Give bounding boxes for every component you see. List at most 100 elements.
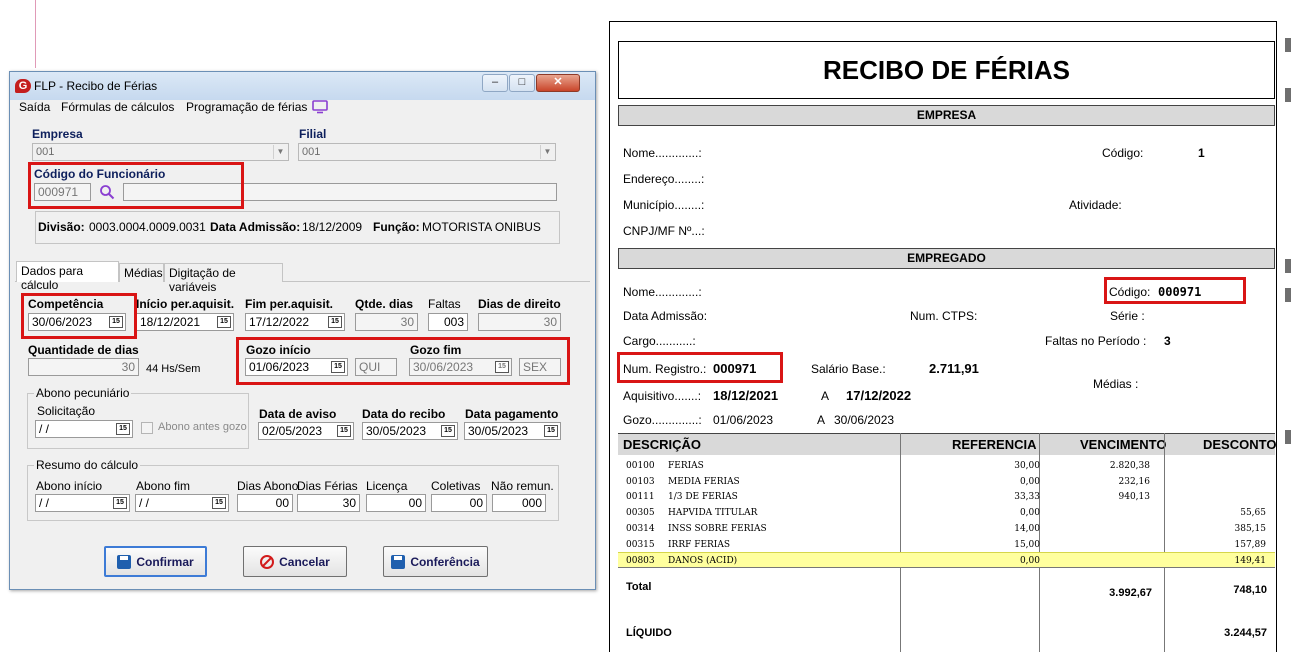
calendar-icon[interactable]: 15 <box>544 425 558 437</box>
abono-inicio-input[interactable]: / / 15 <box>35 494 130 512</box>
row-desconto: 55,65 <box>1240 508 1266 519</box>
faltas-periodo-label: Faltas no Período : <box>1045 334 1147 348</box>
abono-inicio-label: Abono início <box>36 479 103 493</box>
table-row: 00305 HAPVIDA TITULAR 0,00 55,65 <box>618 505 1275 521</box>
total-label: Total <box>626 581 652 593</box>
row-codigo: 00314 <box>626 523 655 534</box>
empresa-nome-label: Nome.............: <box>623 146 702 160</box>
resumo-calculo-title: Resumo do cálculo <box>34 458 141 472</box>
table-row: 00315 IRRF FERIAS 15,00 157,89 <box>618 537 1275 553</box>
solicitacao-input[interactable]: / / 15 <box>35 420 133 438</box>
salario-base-label: Salário Base.: <box>811 362 886 376</box>
tab-medias[interactable]: Médias <box>119 263 164 282</box>
fim-per-input[interactable]: 17/12/2022 15 <box>245 313 345 331</box>
divisao-label: Divisão: <box>38 220 85 234</box>
cargo-label: Cargo...........: <box>623 334 696 348</box>
admissao-value: 18/12/2009 <box>302 220 363 234</box>
dias-ferias-input[interactable]: 30 <box>297 494 360 512</box>
abono-antes-checkbox[interactable] <box>141 422 153 434</box>
calendar-icon[interactable]: 15 <box>212 497 226 509</box>
data-pagamento-input[interactable]: 30/05/2023 15 <box>464 422 561 440</box>
tab-dados-calculo[interactable]: Dados para cálculo <box>16 261 119 292</box>
menu-programacao[interactable]: Programação de férias <box>186 100 307 114</box>
empregado-codigo-highlight-box <box>1104 277 1246 304</box>
empresa-codigo-value: 1 <box>1198 146 1205 160</box>
calendar-icon[interactable]: 15 <box>328 316 342 328</box>
abono-inicio-value: / / <box>39 496 50 510</box>
col-referencia: REFERENCIA <box>952 437 1037 452</box>
inicio-per-input[interactable]: 18/12/2021 15 <box>136 313 234 331</box>
inicio-per-label: Início per.aquisit. <box>136 297 235 311</box>
abono-fim-input[interactable]: / / 15 <box>135 494 229 512</box>
title-bar[interactable]: G FLP - Recibo de Férias – □ ✕ <box>10 72 595 100</box>
row-referencia: 33,33 <box>1014 492 1040 503</box>
scrollbar-fragment <box>1285 88 1291 102</box>
table-row: 00100 FERIAS 30,00 2.820,38 <box>618 458 1275 474</box>
gozo-label: Gozo..............: <box>623 413 702 427</box>
empregado-section-header: EMPREGADO <box>618 248 1275 269</box>
window-title: FLP - Recibo de Férias <box>34 79 158 93</box>
data-recibo-input[interactable]: 30/05/2023 15 <box>362 422 458 440</box>
ctps-label: Num. CTPS: <box>910 309 978 323</box>
close-button[interactable]: ✕ <box>536 74 580 92</box>
calendar-icon[interactable]: 15 <box>116 423 130 435</box>
row-referencia: 0,00 <box>1019 476 1040 487</box>
calendar-icon[interactable]: 15 <box>337 425 351 437</box>
calendar-icon[interactable]: 15 <box>217 316 231 328</box>
empresa-endereco-label: Endereço........: <box>623 172 705 186</box>
data-recibo-value: 30/05/2023 <box>366 424 427 438</box>
competencia-highlight-box <box>21 293 137 339</box>
filial-select[interactable]: 001 ▼ <box>298 143 556 161</box>
row-desconto: 149,41 <box>1234 556 1267 567</box>
empresa-cnpj-label: CNPJ/MF Nº...: <box>623 224 705 238</box>
calendar-icon[interactable]: 15 <box>113 497 127 509</box>
nao-remun-input[interactable]: 000 <box>492 494 546 512</box>
row-referencia: 0,00 <box>1019 508 1040 519</box>
app-logo-icon: G <box>15 79 31 93</box>
solicitacao-value: / / <box>39 422 50 436</box>
gozo-fim: 30/06/2023 <box>834 413 895 427</box>
empresa-municipio-label: Município........: <box>623 198 705 212</box>
scrollbar-fragment <box>1285 38 1291 52</box>
gozo-inicio: 01/06/2023 <box>713 413 774 427</box>
qtde-dias-field: 30 <box>355 313 418 331</box>
confirmar-button[interactable]: Confirmar <box>104 546 207 577</box>
coletivas-label: Coletivas <box>431 479 481 493</box>
empregado-nome-label: Nome.............: <box>623 285 702 299</box>
scrollbar-fragment <box>1285 288 1291 302</box>
conferencia-button[interactable]: Conferência <box>383 546 488 577</box>
tab-digitacao-variaveis[interactable]: Digitação de variáveis <box>164 263 283 294</box>
inicio-per-value: 18/12/2021 <box>140 315 201 329</box>
row-codigo: 00305 <box>626 508 655 519</box>
abono-fim-value: / / <box>139 496 150 510</box>
recibo-ferias-dialog: G FLP - Recibo de Férias – □ ✕ Saída Fór… <box>9 71 596 590</box>
row-desconto: 385,15 <box>1234 523 1267 534</box>
monitor-icon[interactable] <box>312 100 329 114</box>
maximize-button[interactable]: □ <box>509 74 535 92</box>
data-aviso-input[interactable]: 02/05/2023 15 <box>258 422 354 440</box>
empresa-select[interactable]: 001 ▼ <box>32 143 289 161</box>
table-row: 00103 MEDIA FERIAS 0,00 232,16 <box>618 474 1275 490</box>
table-row: 00314 INSS SOBRE FERIAS 14,00 385,15 <box>618 521 1275 537</box>
funcao-label: Função: <box>373 220 420 234</box>
faltas-input[interactable]: 003 <box>428 313 468 331</box>
empresa-value: 001 <box>36 146 55 158</box>
menu-sair[interactable]: Saída <box>19 100 50 114</box>
data-recibo-label: Data do recibo <box>362 407 446 421</box>
calendar-icon[interactable]: 15 <box>441 425 455 437</box>
row-codigo: 00803 <box>626 556 655 567</box>
coletivas-input[interactable]: 00 <box>431 494 487 512</box>
dias-abono-input[interactable]: 00 <box>237 494 293 512</box>
scrollbar-fragment <box>1285 430 1291 444</box>
menu-formulas[interactable]: Fórmulas de cálculos <box>61 100 174 114</box>
aquisitivo-label: Aquisitivo.......: <box>623 389 702 403</box>
minimize-button[interactable]: – <box>482 74 508 92</box>
nao-remun-label: Não remun. <box>491 479 554 493</box>
row-codigo: 00103 <box>626 476 655 487</box>
liquido-value: 3.244,57 <box>1224 627 1267 639</box>
medias-label: Médias : <box>1093 377 1139 391</box>
data-pagamento-label: Data pagamento <box>465 407 559 421</box>
cancelar-button[interactable]: Cancelar <box>243 546 347 577</box>
licenca-input[interactable]: 00 <box>366 494 426 512</box>
fim-per-label: Fim per.aquisit. <box>245 297 334 311</box>
